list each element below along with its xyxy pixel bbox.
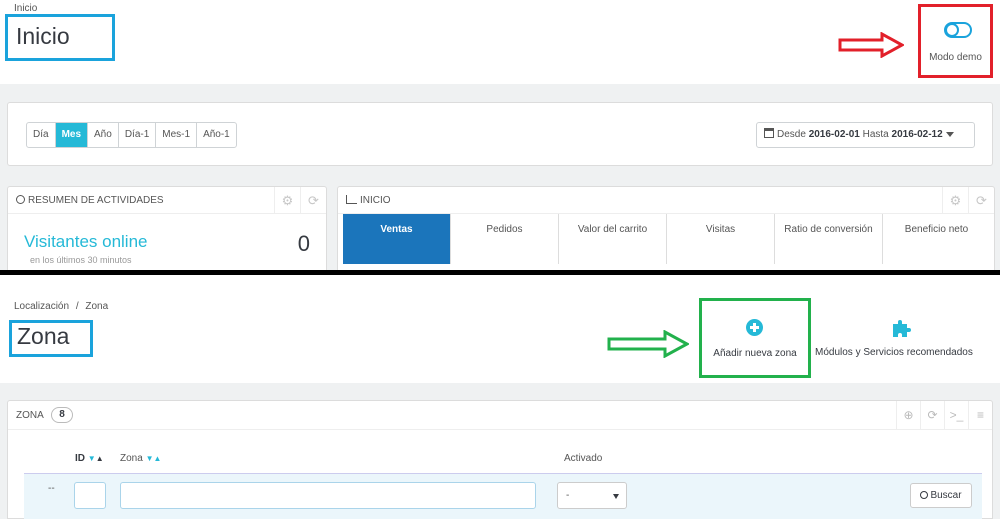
recommended-modules-button[interactable]: Módulos y Servicios recomendados <box>815 347 973 358</box>
period-filter-card: Día Mes Año Día-1 Mes-1 Año-1 Desde 2016… <box>7 102 993 166</box>
date-to-label: Hasta <box>862 129 889 140</box>
sort-desc-icon[interactable]: ▼ <box>146 454 154 463</box>
period-prev-day-button[interactable]: Día-1 <box>119 123 157 147</box>
period-prev-year-button[interactable]: Año-1 <box>197 123 236 147</box>
sort-asc-icon[interactable]: ▲ <box>96 454 104 463</box>
database-icon[interactable]: ≡ <box>968 401 992 430</box>
demo-mode-button[interactable]: Modo demo <box>918 4 993 78</box>
refresh-icon[interactable]: ⟳ <box>920 401 944 430</box>
caret-down-icon <box>613 494 619 499</box>
date-from: 2016-02-01 <box>808 129 860 140</box>
toggle-icon <box>944 22 972 38</box>
column-activado: Activado <box>564 453 603 464</box>
page-title-highlight: Inicio <box>5 14 115 61</box>
gear-icon[interactable]: ⚙ <box>274 187 300 214</box>
clock-icon <box>16 195 25 204</box>
visitors-online-label[interactable]: Visitantes online <box>24 232 148 252</box>
period-year-button[interactable]: Año <box>88 123 119 147</box>
gear-icon[interactable]: ⚙ <box>942 187 968 214</box>
search-label: Buscar <box>930 490 962 501</box>
puzzle-icon[interactable] <box>890 318 912 340</box>
filter-zona-input[interactable] <box>120 482 536 509</box>
search-button[interactable]: Buscar <box>910 483 972 508</box>
bar-chart-icon <box>346 195 357 204</box>
period-prev-month-button[interactable]: Mes-1 <box>156 123 198 147</box>
add-icon[interactable]: ⊕ <box>896 401 920 430</box>
visitors-online-subtitle: en los últimos 30 minutos <box>30 255 132 265</box>
sort-desc-icon[interactable]: ▼ <box>88 454 96 463</box>
breadcrumb-localizacion[interactable]: Localización <box>14 301 69 312</box>
kpi-tab-sales[interactable]: Ventas <box>343 214 451 264</box>
breadcrumb: Localización / Zona <box>14 301 108 312</box>
kpi-tab-visits[interactable]: Visitas <box>667 214 775 264</box>
visitors-online-count: 0 <box>297 231 310 256</box>
demo-mode-label: Modo demo <box>929 52 982 63</box>
activity-title: RESUMEN DE ACTIVIDADES <box>28 195 164 206</box>
select-value: - <box>566 490 570 501</box>
kpi-tab-cart-value[interactable]: Valor del carrito <box>559 214 667 264</box>
period-day-button[interactable]: Día <box>27 123 56 147</box>
card-header: RESUMEN DE ACTIVIDADES ⚙ ⟳ <box>8 187 326 214</box>
page-title: Inicio <box>16 23 70 49</box>
add-new-zone-button[interactable]: Añadir nueva zona <box>699 298 811 378</box>
date-from-label: Desde <box>777 129 806 140</box>
calendar-icon <box>764 128 774 138</box>
kpi-tabs: Ventas Pedidos Valor del carrito Visitas… <box>343 214 990 264</box>
period-button-group: Día Mes Año Día-1 Mes-1 Año-1 <box>26 122 237 148</box>
refresh-icon[interactable]: ⟳ <box>968 187 994 214</box>
column-zona[interactable]: Zona ▼▲ <box>120 453 161 464</box>
breadcrumb-separator: / <box>75 301 79 312</box>
zone-list-title: ZONA <box>16 410 44 421</box>
dashboard-panel: Inicio Inicio Modo demo Día Mes Año Día-… <box>0 0 1000 270</box>
date-to: 2016-02-12 <box>891 129 943 140</box>
filter-id-input[interactable] <box>74 482 106 509</box>
plus-circle-icon <box>746 319 763 336</box>
page-title-highlight: Zona <box>9 320 93 357</box>
caret-down-icon <box>945 131 954 137</box>
breadcrumb-zona[interactable]: Zona <box>85 301 108 312</box>
zone-list-panel: ZONA 8 ⊕ ⟳ >_ ≡ ID ▼▲ Zona ▼▲ Activado -… <box>7 400 993 519</box>
bulk-placeholder: -- <box>48 483 55 494</box>
activity-summary-card: RESUMEN DE ACTIVIDADES ⚙ ⟳ Visitantes on… <box>7 186 327 270</box>
inicio-title: INICIO <box>360 195 391 206</box>
inicio-dashboard-card: INICIO ⚙ ⟳ Ventas Pedidos Valor del carr… <box>337 186 995 270</box>
filter-row: -- - Buscar <box>24 473 982 519</box>
card-header: INICIO ⚙ ⟳ <box>338 187 994 214</box>
add-new-zone-label: Añadir nueva zona <box>713 348 797 359</box>
kpi-tab-conversion[interactable]: Ratio de conversión <box>775 214 883 264</box>
sort-asc-icon[interactable]: ▲ <box>154 454 162 463</box>
panel-header: ZONA 8 ⊕ ⟳ >_ ≡ <box>8 401 992 430</box>
column-id[interactable]: ID ▼▲ <box>75 453 104 464</box>
breadcrumb[interactable]: Inicio <box>14 3 37 14</box>
search-icon <box>920 491 929 499</box>
refresh-icon[interactable]: ⟳ <box>300 187 326 214</box>
zone-count-badge: 8 <box>51 407 73 423</box>
page-title: Zona <box>17 323 70 349</box>
period-month-button[interactable]: Mes <box>55 123 89 147</box>
red-arrow-icon <box>838 32 904 58</box>
divider <box>0 270 1000 275</box>
date-range-button[interactable]: Desde 2016-02-01 Hasta 2016-02-12 <box>756 122 975 148</box>
kpi-tab-net-profit[interactable]: Beneficio neto <box>883 214 990 264</box>
green-arrow-icon <box>607 330 689 358</box>
filter-activado-select[interactable]: - <box>557 482 627 509</box>
sql-terminal-icon[interactable]: >_ <box>944 401 968 430</box>
kpi-tab-orders[interactable]: Pedidos <box>451 214 559 264</box>
